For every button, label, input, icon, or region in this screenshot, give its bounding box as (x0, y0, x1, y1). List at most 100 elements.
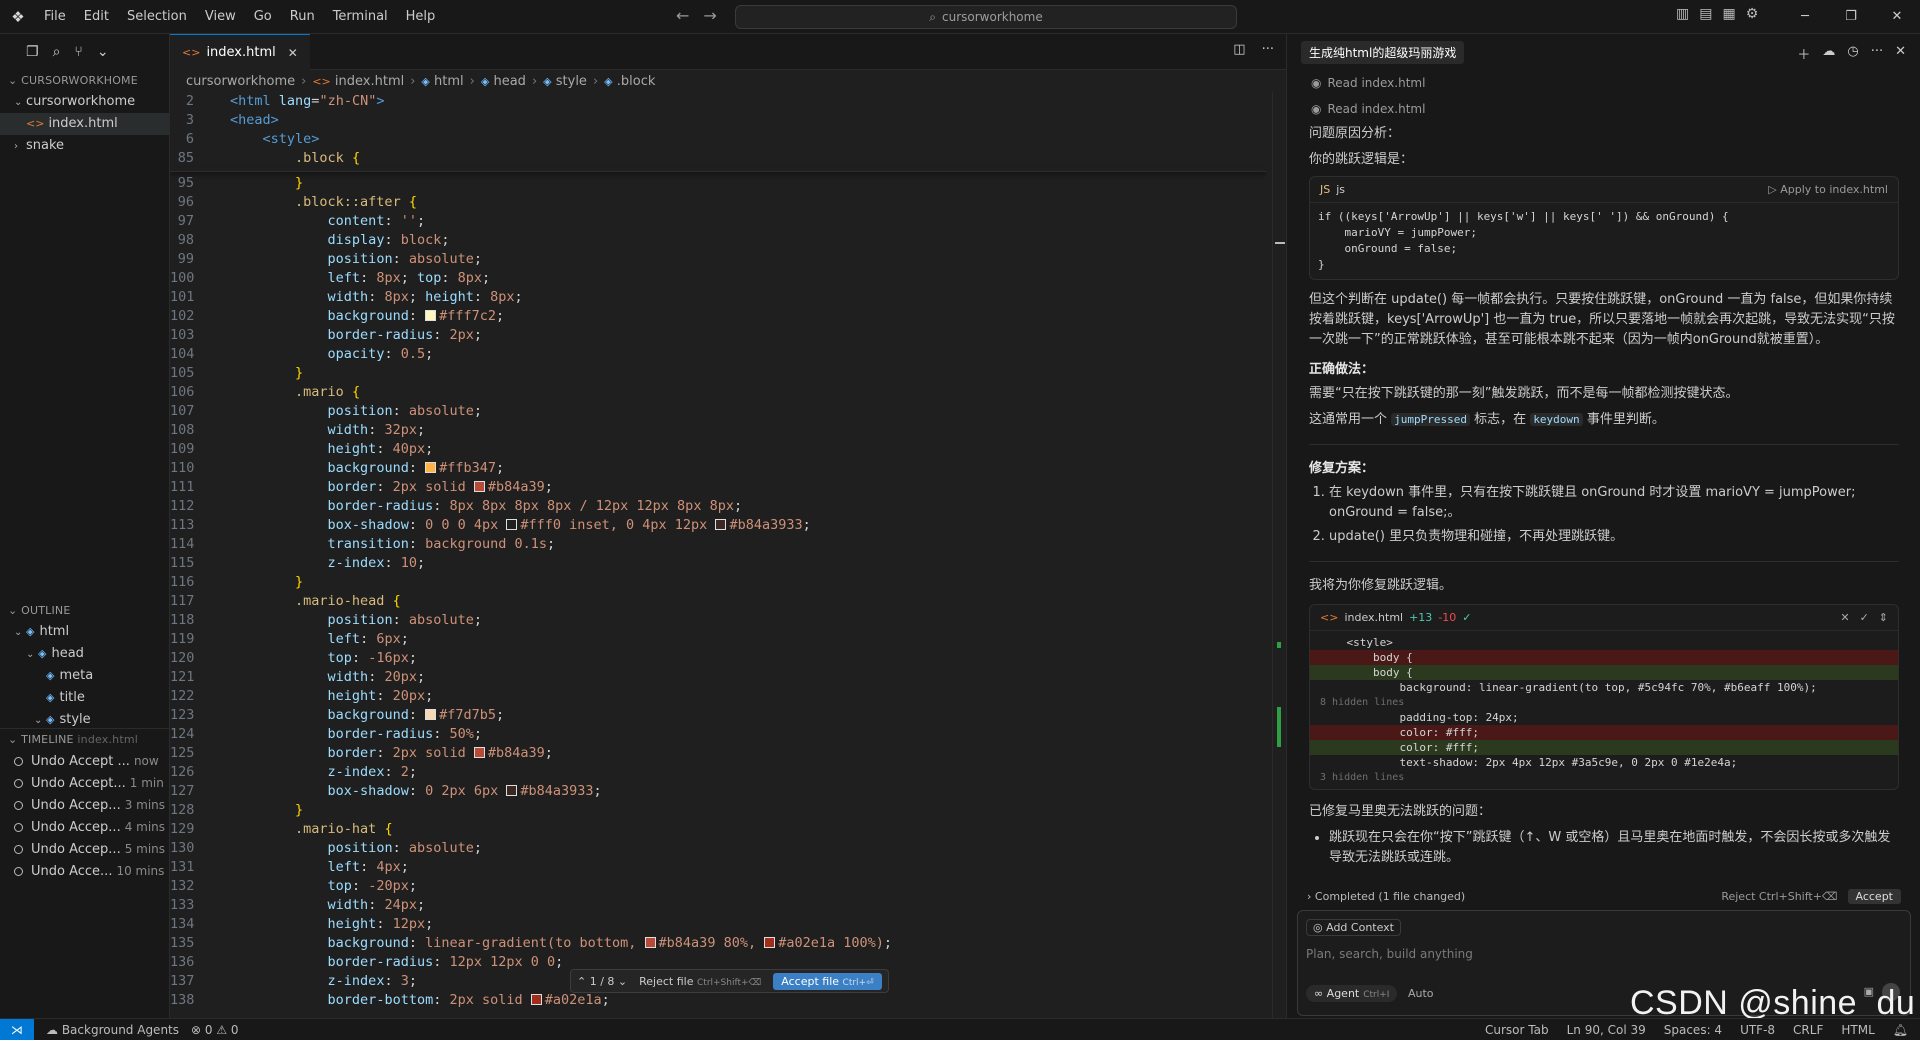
color-swatch[interactable] (764, 937, 776, 948)
restore-icon[interactable]: ❐ (1828, 0, 1874, 34)
model-select[interactable]: Auto (1408, 987, 1434, 1000)
indentation[interactable]: Spaces: 4 (1664, 1023, 1722, 1037)
code-line[interactable]: 108 width: 32px; (170, 421, 1266, 440)
menu-view[interactable]: View (197, 5, 244, 28)
source-control-icon[interactable]: ⑂ (74, 44, 82, 60)
code-line[interactable]: 95 } (170, 174, 1266, 193)
code-line[interactable]: 116 } (170, 573, 1266, 592)
toggle-sidebar-icon[interactable]: ▥ (1676, 6, 1689, 22)
code-line[interactable]: 132 top: -20px; (170, 877, 1266, 896)
color-swatch[interactable] (425, 709, 437, 720)
outline-item-title[interactable]: ◈ title (0, 687, 169, 709)
outline-item-meta[interactable]: ◈ meta (0, 665, 169, 687)
toggle-panel-icon[interactable]: ▤ (1699, 6, 1712, 22)
color-swatch[interactable] (425, 462, 437, 473)
plus-icon[interactable]: ＋ (1797, 44, 1810, 63)
toggle-secondary-sidebar-icon[interactable]: ▦ (1722, 6, 1735, 22)
split-editor-icon[interactable]: ◫ (1233, 42, 1245, 57)
chat-input[interactable]: Plan, search, build anything (1306, 947, 1473, 961)
color-swatch[interactable] (506, 785, 518, 796)
color-swatch[interactable] (530, 994, 542, 1005)
code-line[interactable]: 134 height: 12px; (170, 915, 1266, 934)
language-mode[interactable]: HTML (1841, 1023, 1874, 1037)
read-file-step[interactable]: ◉ Read index.html (1309, 70, 1899, 96)
code-line[interactable]: 129 .mario-hat { (170, 820, 1266, 839)
color-swatch[interactable] (425, 310, 437, 321)
menu-terminal[interactable]: Terminal (325, 5, 396, 28)
code-line[interactable]: 127 box-shadow: 0 2px 6px #b84a3933; (170, 782, 1266, 801)
code-line[interactable]: 135 background: linear-gradient(to botto… (170, 934, 1266, 953)
timeline-item[interactable]: Undo Accept ... now (0, 750, 169, 772)
timeline-item[interactable]: Undo Accep... 3 mins (0, 794, 169, 816)
agent-mode-button[interactable]: ∞ Agent Ctrl+I (1306, 985, 1398, 1002)
code-line[interactable]: 103 border-radius: 2px; (170, 326, 1266, 345)
folder-snake[interactable]: › snake (0, 135, 169, 157)
code-line[interactable]: 97 content: ''; (170, 212, 1266, 231)
timeline-title[interactable]: ⌄ TIMELINE index.html (0, 729, 169, 750)
code-line[interactable]: 109 height: 40px; (170, 440, 1266, 459)
more-icon[interactable]: ··· (1871, 44, 1883, 63)
timeline-item[interactable]: Undo Acce... 10 mins (0, 860, 169, 882)
line-ending[interactable]: CRLF (1793, 1023, 1823, 1037)
code-line[interactable]: 120 top: -16px; (170, 649, 1266, 668)
code-line[interactable]: 106 .mario { (170, 383, 1266, 402)
cursor-tab-status[interactable]: Cursor Tab (1485, 1023, 1549, 1037)
apply-button[interactable]: ▷ Apply to index.html (1768, 180, 1888, 200)
diff-counter[interactable]: ⌃ 1 / 8 ⌄ (577, 975, 627, 988)
minimize-icon[interactable]: ─ (1782, 0, 1828, 34)
file-index-html[interactable]: <> index.html (0, 113, 169, 135)
chat-title[interactable]: 生成纯html的超级玛丽游戏 (1301, 40, 1465, 64)
bell-icon[interactable]: 🔔︎ (1893, 1023, 1908, 1037)
breadcrumb-item[interactable]: ◈ style (543, 74, 587, 89)
code-line[interactable]: 126 z-index: 2; (170, 763, 1266, 782)
code-line[interactable]: 105 } (170, 364, 1266, 383)
code-line[interactable]: 111 border: 2px solid #b84a39; (170, 478, 1266, 497)
code-line[interactable]: 133 width: 24px; (170, 896, 1266, 915)
color-swatch[interactable] (506, 519, 518, 530)
remote-icon[interactable]: ⋊ (0, 1018, 34, 1040)
reject-all-button[interactable]: Reject Ctrl+Shift+⌫ (1721, 890, 1837, 903)
code-line[interactable]: 122 height: 20px; (170, 687, 1266, 706)
overview-ruler[interactable] (1272, 92, 1286, 1024)
code-line[interactable]: 125 border: 2px solid #b84a39; (170, 744, 1266, 763)
menu-go[interactable]: Go (246, 5, 280, 28)
accept-icon[interactable]: ✓ (1860, 608, 1869, 628)
outline-title[interactable]: ⌄ OUTLINE (0, 600, 169, 621)
close-tab-icon[interactable]: ✕ (288, 46, 298, 60)
sticky-scroll-line[interactable]: 2 <html lang="zh-CN"> (170, 92, 1266, 111)
outline-item-head[interactable]: ⌄ ◈ head (0, 643, 169, 665)
close-icon[interactable]: ✕ (1895, 44, 1906, 63)
outline-item-html[interactable]: ⌄ ◈ html (0, 621, 169, 643)
code-line[interactable]: 100 left: 8px; top: 8px; (170, 269, 1266, 288)
accept-all-button[interactable]: Accept (1847, 888, 1901, 904)
add-context-button[interactable]: ◎ Add Context (1306, 919, 1401, 936)
hidden-lines-toggle[interactable]: 8 hidden lines (1310, 695, 1898, 710)
menu-help[interactable]: Help (398, 5, 444, 28)
chevron-down-icon[interactable]: ⌄ (97, 44, 109, 60)
command-search[interactable]: ⌕ cursorworkhome (735, 5, 1237, 29)
forward-arrow-icon[interactable]: → (703, 6, 716, 25)
code-line[interactable]: 99 position: absolute; (170, 250, 1266, 269)
files-icon[interactable]: ❐ (26, 44, 39, 60)
breadcrumb-item[interactable]: cursorworkhome (186, 74, 295, 89)
sticky-scroll-line[interactable]: 3 <head> (170, 111, 1266, 130)
sticky-scroll-line[interactable]: 6 <style> (170, 130, 1266, 149)
timeline-item[interactable]: Undo Accep... 4 mins (0, 816, 169, 838)
menu-edit[interactable]: Edit (76, 5, 117, 28)
code-line[interactable]: 130 position: absolute; (170, 839, 1266, 858)
color-swatch[interactable] (473, 747, 485, 758)
explorer-title[interactable]: ⌄ CURSORWORKHOME (0, 70, 169, 91)
accept-file-button[interactable]: Accept file Ctrl+⏎ (773, 972, 882, 990)
breadcrumb-item[interactable]: <> index.html (312, 74, 404, 89)
reject-file-button[interactable]: Reject file Ctrl+Shift+⌫ (639, 975, 761, 988)
code-line[interactable]: 96 .block::after { (170, 193, 1266, 212)
code-line[interactable]: 131 left: 4px; (170, 858, 1266, 877)
cursor-position[interactable]: Ln 90, Col 39 (1567, 1023, 1646, 1037)
search-icon[interactable]: ⌕ (53, 44, 61, 60)
breadcrumb-item[interactable]: ◈ html (421, 74, 463, 89)
history-icon[interactable]: ◷ (1847, 44, 1858, 63)
hidden-lines-toggle[interactable]: 3 hidden lines (1310, 770, 1898, 785)
code-line[interactable]: 115 z-index: 10; (170, 554, 1266, 573)
code-line[interactable]: 117 .mario-head { (170, 592, 1266, 611)
code-line[interactable]: 110 background: #ffb347; (170, 459, 1266, 478)
